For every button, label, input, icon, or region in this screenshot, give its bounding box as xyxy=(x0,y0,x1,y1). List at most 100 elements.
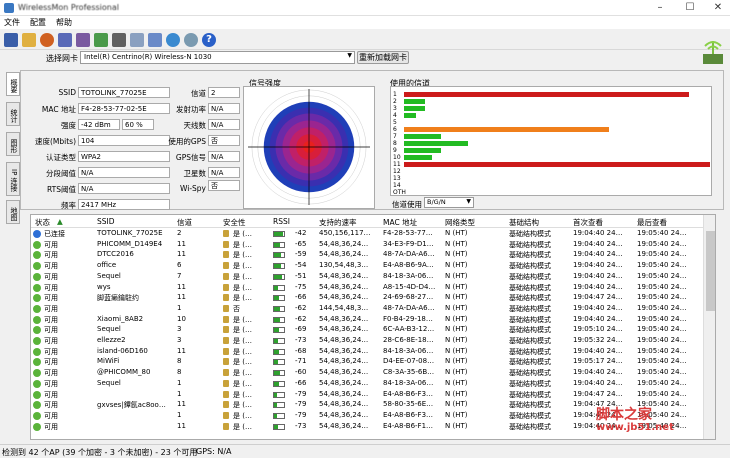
table-row[interactable]: 可用 是 (… Sequel 7 -51 54,48,36,24… 84-18-3A-06…… xyxy=(31,272,703,283)
status-cell: 可用 xyxy=(44,347,58,356)
help-icon[interactable]: ? xyxy=(202,33,216,47)
table-row[interactable]: 可用 是 (… 脚蓝癞鑰駐约 11 -66 54,48,36,24… 24-69-68-27… xyxy=(31,293,703,304)
col-first-seen[interactable]: 首次查看 xyxy=(573,217,603,228)
col-rates[interactable]: 支持的速率 xyxy=(319,217,357,228)
status-cell: 可用 xyxy=(44,315,58,324)
signal-bar xyxy=(273,359,285,366)
maximize-button[interactable]: ☐ xyxy=(676,0,704,16)
export-icon[interactable] xyxy=(94,33,108,47)
network-type-cell: N (HT) xyxy=(445,336,468,344)
channel-filter-value: B/G/N xyxy=(427,198,446,206)
adapter-select[interactable]: Intel(R) Centrino(R) Wireless-N 1030 ▼ xyxy=(80,51,355,64)
mac-cell: 84-18-3A-06… xyxy=(383,346,434,355)
col-status[interactable]: 状态 xyxy=(35,217,50,228)
tab-stats[interactable]: 统计 xyxy=(6,102,20,126)
window-title: WirelessMon Professional xyxy=(18,3,119,12)
status-cell: 可用 xyxy=(44,337,58,345)
col-mac[interactable]: MAC 地址 xyxy=(383,217,417,228)
sort-asc-icon[interactable]: ▲ xyxy=(57,217,63,226)
table-row[interactable]: 可用 是 (… MiWiFi 8 -71 54,48,36,24… D4-EE-07-08…… xyxy=(31,357,703,368)
print-icon[interactable] xyxy=(112,33,126,47)
menu-config[interactable]: 配置 xyxy=(30,17,46,28)
mac-cell: 58-80-35-6E… xyxy=(383,400,434,409)
open-folder-icon[interactable] xyxy=(22,33,36,47)
infrastructure-cell: 基础结构模式 xyxy=(509,326,551,335)
minimize-button[interactable]: – xyxy=(646,0,674,16)
first-seen-cell: 19:04:47 24… xyxy=(573,293,623,302)
ssid-cell: Sequel xyxy=(97,378,121,387)
table-row[interactable]: 可用 否 1 -62 144,54,48,3… 48-7A-DA-A6… N (HT) 基础结… xyxy=(31,304,703,315)
rssi-cell: -54 xyxy=(295,261,307,270)
rssi-cell: -73 xyxy=(295,421,307,430)
tab-graph[interactable]: 图形 xyxy=(6,132,20,156)
ap-list-scrollbar[interactable] xyxy=(703,215,715,439)
col-infrastructure[interactable]: 基础结构 xyxy=(509,217,539,228)
tab-ip-connection[interactable]: IP 连接 xyxy=(6,162,20,196)
available-icon xyxy=(33,411,41,420)
table-row[interactable]: 可用 是 (… PHICOMM_D149E4 11 -65 54,48,36,24… 34-… xyxy=(31,240,703,251)
channel-tick-label: 14 xyxy=(393,182,401,189)
table-row[interactable]: 可用 是 (… island-06D160 11 -68 54,48,36,24… 84-1… xyxy=(31,347,703,358)
gps-signal-value: N/A xyxy=(208,151,240,162)
filter-icon[interactable] xyxy=(148,33,162,47)
rssi-cell: -66 xyxy=(295,293,307,302)
title-bar: WirelessMon Professional – ☐ ✕ xyxy=(0,0,730,16)
scrollbar-thumb[interactable] xyxy=(706,231,715,311)
table-row[interactable]: 可用 是 (… Xiaomi_8AB2 10 -62 54,48,36,24… F0-B4-… xyxy=(31,315,703,326)
globe-icon[interactable] xyxy=(166,33,180,47)
col-ssid[interactable]: SSID xyxy=(97,217,115,226)
channel-cell: 1 xyxy=(177,389,182,398)
rssi-cell: -60 xyxy=(295,368,307,377)
first-seen-cell: 19:04:40 24… xyxy=(573,239,623,248)
settings-icon[interactable] xyxy=(130,33,144,47)
channel-tick-label: 1 xyxy=(393,91,397,98)
channel-tick-label: OTH xyxy=(393,189,406,196)
adapter-bar: 选择网卡 Intel(R) Centrino(R) Wireless-N 103… xyxy=(0,50,730,66)
tab-summary[interactable]: 概要 xyxy=(6,72,20,96)
col-rssi[interactable]: RSSI xyxy=(273,217,290,226)
table-row[interactable]: 可用 是 (… Sequel 1 -66 54,48,36,24… 84-18-3A-06…… xyxy=(31,379,703,390)
last-seen-cell: 19:05:40 24… xyxy=(637,336,687,344)
rssi-cell: -79 xyxy=(295,400,307,409)
refresh-icon[interactable] xyxy=(184,33,198,47)
channel-filter-select[interactable]: B/G/N ▼ xyxy=(424,197,474,208)
infrastructure-cell: 基础结构模式 xyxy=(509,251,551,260)
channel-bar-7 xyxy=(404,134,441,139)
rssi-cell: -66 xyxy=(295,378,307,387)
reload-adapter-button[interactable]: 重新加载网卡 xyxy=(357,51,409,64)
tab-map[interactable]: 地图 xyxy=(6,200,20,224)
table-row[interactable]: 可用 是 (… DTCC2016 11 -59 54,48,36,24… 48-7A-DA-… xyxy=(31,250,703,261)
status-cell: 可用 xyxy=(44,390,58,399)
close-button[interactable]: ✕ xyxy=(704,0,730,16)
table-row[interactable]: 可用 是 (… office 6 -54 130,54,48,3… E4-A8-B6-9A…… xyxy=(31,261,703,272)
available-icon xyxy=(33,272,41,281)
chevron-down-icon: ▼ xyxy=(466,198,471,205)
table-row[interactable]: 可用 是 (… @PHICOMM_80 8 -60 54,48,36,24… C8-3A-3… xyxy=(31,368,703,379)
table-row[interactable]: 可用 是 (… ellezze2 3 -73 54,48,36,24… 28-C6-8E-1… xyxy=(31,336,703,347)
status-cell: 可用 xyxy=(44,272,58,281)
status-bar: 检测到 42 个AP (39 个加密 - 3 个未加密) - 23 个可用 GP… xyxy=(0,444,730,458)
monitor-icon[interactable] xyxy=(76,33,90,47)
signal-bar xyxy=(273,252,285,259)
channel-tick-label: 8 xyxy=(393,140,397,147)
col-last-seen[interactable]: 最后查看 xyxy=(637,217,667,228)
table-row[interactable]: 可用 是 (… Sequel 3 -69 54,48,36,24… 6C-AA-B3-12…… xyxy=(31,325,703,336)
rate-value: 104 xyxy=(78,135,170,146)
menu-help[interactable]: 帮助 xyxy=(56,17,72,28)
table-row[interactable]: 已连接 是 (… TOTOLINK_77025E 2 -42 450,156,117… F4… xyxy=(31,229,703,240)
col-security[interactable]: 安全性 xyxy=(223,217,246,228)
table-row[interactable]: 可用 是 (… 1 -79 54,48,36,24… E4-A8-B6-F3… N (HT)… xyxy=(31,390,703,401)
col-channel[interactable]: 信道 xyxy=(177,217,192,228)
network-icon[interactable] xyxy=(58,33,72,47)
ssid-cell: gxvses|鐔氬ac8oo… xyxy=(97,401,166,410)
table-row[interactable]: 可用 是 (… wys 11 -75 54,48,36,24… A8-15-4D-D4… N … xyxy=(31,283,703,294)
signal-bar xyxy=(273,423,285,430)
ssid-label: SSID xyxy=(58,88,76,97)
save-icon[interactable] xyxy=(4,33,18,47)
last-seen-cell: 19:05:40 24… xyxy=(637,303,687,312)
col-network-type[interactable]: 网络类型 xyxy=(445,217,475,228)
menu-file[interactable]: 文件 xyxy=(4,17,20,28)
record-icon[interactable] xyxy=(40,33,54,47)
last-seen-cell: 19:05:40 24… xyxy=(637,229,687,237)
rates-cell: 54,48,36,24… xyxy=(319,400,369,409)
